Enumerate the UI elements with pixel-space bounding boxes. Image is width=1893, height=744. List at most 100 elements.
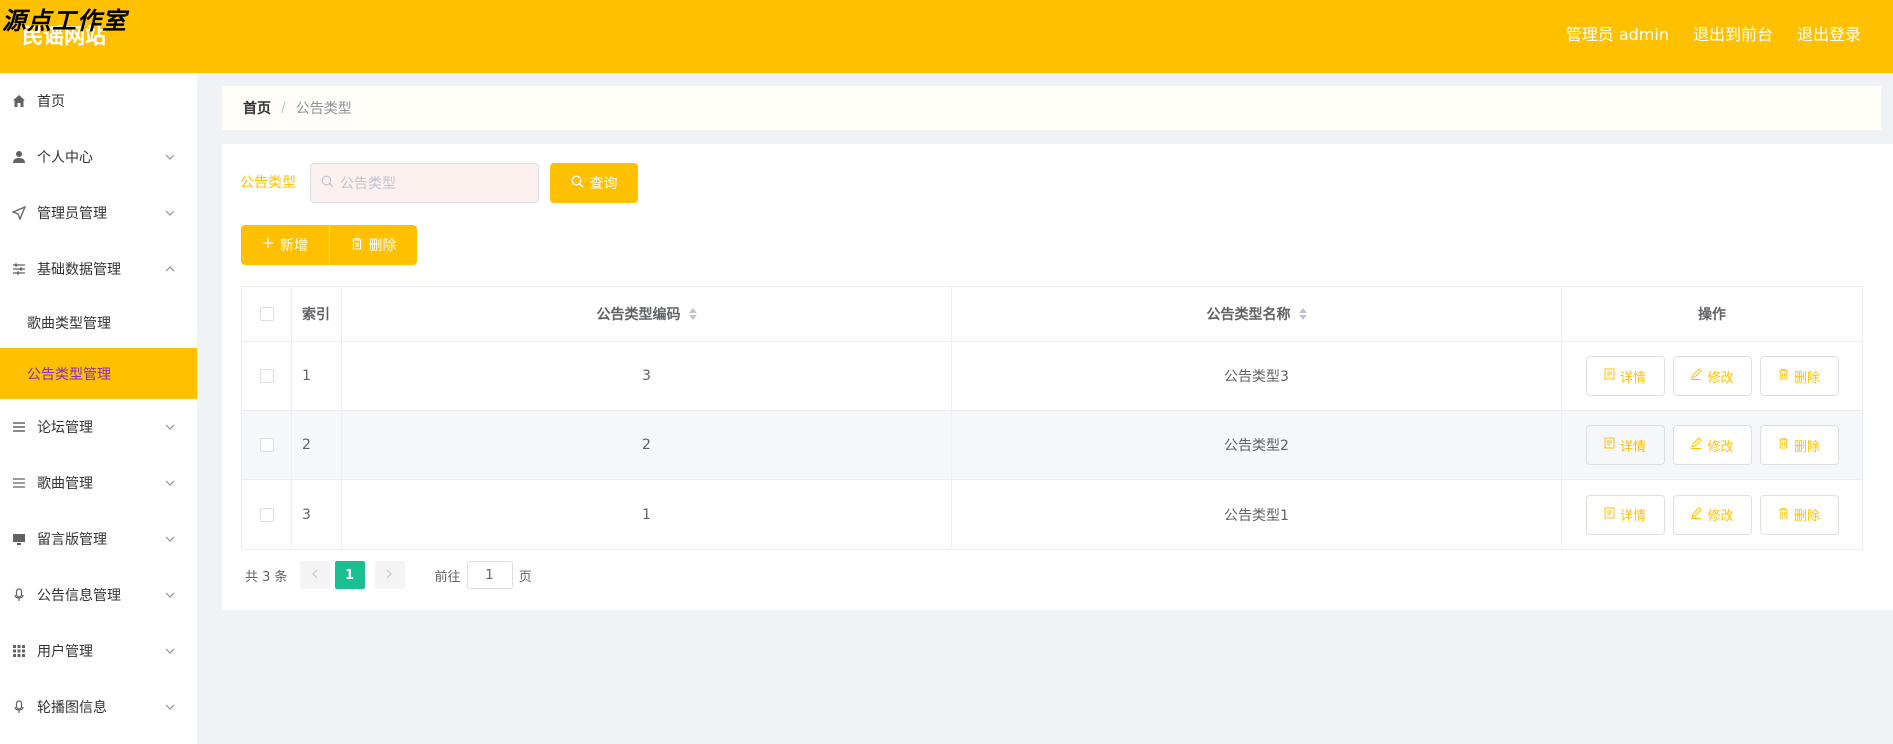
add-button-label: 新增	[280, 238, 308, 254]
header-operation: 操作	[1698, 307, 1726, 323]
search-icon	[571, 175, 584, 192]
row-index: 2	[292, 411, 342, 479]
list-icon	[11, 419, 27, 435]
breadcrumb: 首页 / 公告类型	[222, 86, 1881, 130]
document-icon	[1604, 437, 1615, 453]
sidebar-item-label: 留言版管理	[37, 532, 107, 548]
row-code: 1	[342, 480, 952, 549]
add-button[interactable]: 新增	[241, 225, 329, 265]
sidebar-item-label: 基础数据管理	[37, 262, 121, 278]
microphone-icon	[11, 699, 27, 715]
edit-button[interactable]: 修改	[1672, 494, 1752, 535]
chevron-left-icon	[311, 568, 318, 583]
chevron-down-icon	[165, 646, 175, 656]
edit-button[interactable]: 修改	[1672, 356, 1752, 396]
search-placeholder: 公告类型	[340, 176, 396, 192]
data-table: 索引 公告类型编码 公告类型名称 操作 1 3 公告类型3 详情 修改 删除 2…	[241, 286, 1863, 550]
sidebar-item-personal[interactable]: 个人中心	[0, 129, 197, 185]
sort-icon[interactable]	[688, 308, 697, 320]
edit-label: 修改	[1707, 370, 1734, 386]
header-code[interactable]: 公告类型编码	[342, 287, 952, 341]
chevron-down-icon	[165, 422, 175, 432]
sidebar: 首页 个人中心 管理员管理 基础数据管理 歌曲类型管理 公告类型管理 论坛管理 …	[0, 73, 197, 744]
trash-icon	[1778, 437, 1789, 453]
delete-button-label: 删除	[368, 238, 397, 254]
page-number-button[interactable]: 1	[334, 561, 365, 589]
chevron-down-icon	[165, 208, 175, 218]
edit-label: 修改	[1707, 509, 1734, 524]
sidebar-item-home[interactable]: 首页	[0, 73, 197, 129]
detail-label: 详情	[1619, 370, 1646, 386]
logout-link[interactable]: 退出登录	[1797, 21, 1861, 45]
search-icon	[321, 175, 334, 192]
row-operations: 详情 修改 删除	[1562, 342, 1862, 410]
watermark-text: 源点工作室	[2, 6, 127, 35]
sidebar-item-carousel[interactable]: 轮播图信息	[0, 679, 197, 735]
row-check-cell	[242, 480, 292, 549]
search-input[interactable]: 公告类型	[310, 163, 539, 203]
sidebar-item-label: 管理员管理	[37, 206, 107, 222]
list-icon	[11, 475, 27, 491]
chevron-down-icon	[165, 702, 175, 712]
next-page-button[interactable]	[374, 561, 405, 589]
prev-page-button[interactable]	[299, 561, 330, 589]
row-checkbox[interactable]	[259, 438, 274, 452]
sidebar-item-label: 歌曲管理	[37, 476, 93, 492]
breadcrumb-current: 公告类型	[295, 101, 352, 117]
sidebar-item-forum[interactable]: 论坛管理	[0, 399, 197, 455]
row-check-cell	[242, 411, 292, 479]
exit-to-front-link[interactable]: 退出到前台	[1693, 21, 1773, 45]
goto-page-input[interactable]: 1	[466, 561, 513, 589]
row-index: 3	[292, 480, 342, 549]
sidebar-item-message-board[interactable]: 留言版管理	[0, 511, 197, 567]
sidebar-item-basic-data[interactable]: 基础数据管理	[0, 241, 197, 297]
chevron-down-icon	[165, 534, 175, 544]
sort-icon[interactable]	[1298, 308, 1307, 320]
batch-delete-button[interactable]: 删除	[329, 225, 417, 265]
delete-button[interactable]: 删除	[1759, 425, 1839, 465]
edit-icon	[1690, 506, 1703, 523]
sidebar-subitem-notice-type[interactable]: 公告类型管理	[0, 348, 197, 399]
chevron-down-icon	[165, 152, 175, 162]
sidebar-item-users[interactable]: 用户管理	[0, 623, 197, 679]
detail-button[interactable]: 详情	[1585, 356, 1665, 396]
sidebar-item-label: 轮播图信息	[37, 700, 107, 716]
search-button[interactable]: 查询	[550, 163, 638, 203]
top-header: 源点工作室 民谣网站 管理员 admin 退出到前台 退出登录	[0, 0, 1893, 73]
row-checkbox[interactable]	[259, 507, 274, 522]
delete-button[interactable]: 删除	[1759, 356, 1839, 396]
detail-button[interactable]: 详情	[1585, 425, 1665, 465]
plus-icon	[262, 237, 274, 253]
sidebar-item-song[interactable]: 歌曲管理	[0, 455, 197, 511]
edit-icon	[1690, 437, 1703, 453]
chevron-down-icon	[165, 478, 175, 488]
edit-button[interactable]: 修改	[1672, 425, 1752, 465]
document-icon	[1604, 368, 1615, 384]
row-checkbox[interactable]	[259, 369, 274, 383]
select-all-checkbox[interactable]	[259, 307, 274, 321]
pagination: 共 3 条 1 前往 1 页	[245, 561, 532, 589]
sidebar-item-admin[interactable]: 管理员管理	[0, 185, 197, 241]
row-operations: 详情 修改 删除	[1562, 480, 1862, 549]
breadcrumb-home[interactable]: 首页	[243, 98, 271, 118]
header-name[interactable]: 公告类型名称	[952, 287, 1562, 341]
goto-label: 前往	[434, 569, 461, 585]
home-icon	[11, 93, 27, 109]
page-unit-label: 页	[518, 569, 532, 585]
delete-label: 删除	[1793, 509, 1820, 524]
sidebar-subitem-song-type[interactable]: 歌曲类型管理	[0, 297, 197, 348]
monitor-icon	[11, 531, 27, 547]
trash-icon	[1778, 368, 1789, 384]
microphone-icon	[11, 587, 27, 603]
admin-label[interactable]: 管理员 admin	[1566, 21, 1669, 45]
table-header-row: 索引 公告类型编码 公告类型名称 操作	[242, 287, 1862, 342]
row-name: 公告类型2	[952, 411, 1562, 479]
document-icon	[1604, 507, 1615, 523]
search-label: 公告类型	[240, 175, 296, 191]
table-row: 3 1 公告类型1 详情 修改 删除	[242, 480, 1862, 549]
delete-button[interactable]: 删除	[1759, 494, 1839, 535]
sidebar-item-notice-info[interactable]: 公告信息管理	[0, 567, 197, 623]
header-name-label: 公告类型名称	[1206, 307, 1291, 323]
detail-button[interactable]: 详情	[1585, 494, 1665, 535]
delete-label: 删除	[1793, 439, 1820, 455]
